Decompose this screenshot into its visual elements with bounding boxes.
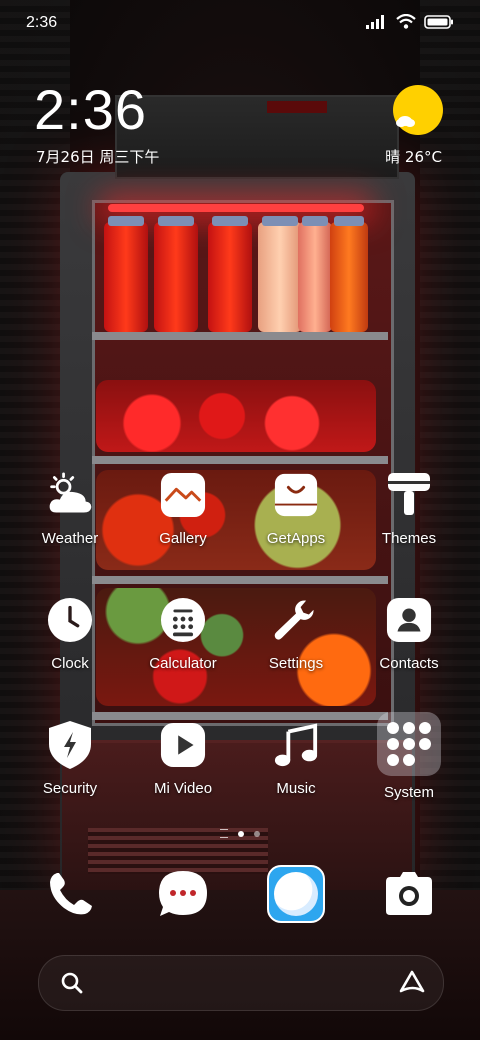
music-note-icon [274,723,318,767]
app-calculator[interactable]: Calculator [133,597,233,672]
app-getapps[interactable]: GetApps [246,472,346,547]
app-clock[interactable]: Clock [20,597,120,672]
play-icon [160,722,206,768]
wallpaper-shelf [92,576,388,584]
paint-roller-icon [388,473,430,515]
app-settings[interactable]: Settings [246,597,346,672]
app-label: System [383,784,434,801]
app-label: Gallery [159,530,207,547]
wallpaper-jar [330,216,368,332]
wallpaper-jar [298,216,332,332]
app-label: GetApps [266,530,326,547]
wallpaper-berries [96,380,376,452]
wallpaper-jar [154,216,198,332]
app-label: Mi Video [153,780,213,797]
wallpaper-shelf [92,332,388,340]
wifi-icon [396,14,416,29]
app-label: Music [276,780,316,797]
app-system-folder[interactable]: System [359,712,459,801]
gallery-icon [160,472,206,518]
app-label: Settings [268,655,324,672]
signal-icon [366,14,384,29]
page-dot [254,830,260,837]
app-contacts[interactable]: Contacts [359,597,459,672]
page-indicator-lines [220,829,228,838]
page-dot-active [238,830,244,837]
app-label: Themes [381,530,437,547]
dock-phone[interactable] [40,864,100,924]
page-indicator[interactable] [0,829,480,838]
search-icon [61,972,83,994]
search-bar[interactable] [38,955,444,1011]
dock-messages[interactable] [153,864,213,924]
battery-icon [424,14,453,29]
wallpaper-jar [208,216,252,332]
folder-icon [377,712,441,776]
contact-icon [386,597,432,643]
clock-widget-time[interactable]: 2:36 [34,78,147,142]
weather-widget-text[interactable]: 晴 26°C [385,146,442,167]
shield-icon [49,721,91,769]
shopping-bag-icon [274,473,318,517]
wallpaper-jar [104,216,148,332]
app-gallery[interactable]: Gallery [133,472,233,547]
app-label: Weather [41,530,99,547]
app-mi-video[interactable]: Mi Video [133,722,233,797]
app-music[interactable]: Music [246,722,346,797]
sun-cloud-icon[interactable] [392,84,444,136]
dock-browser[interactable] [266,864,326,924]
clock-widget-date[interactable]: 7月26日 周三下午 [36,146,159,167]
app-label: Contacts [379,655,439,672]
weather-icon [49,472,92,513]
status-time: 2:36 [26,14,58,31]
status-icons [366,14,454,29]
phone-icon [50,873,92,915]
assistant-icon[interactable] [399,970,425,994]
wrench-icon [274,600,314,640]
dock-camera[interactable] [379,864,439,924]
wallpaper-jar [258,216,302,332]
wallpaper-shelf [92,712,388,720]
app-themes[interactable]: Themes [359,472,459,547]
wallpaper-fridge-light [108,204,364,212]
clock-icon [47,597,93,643]
app-security[interactable]: Security [20,721,120,797]
wallpaper-shelf [92,456,388,464]
chat-bubble-icon [159,871,207,916]
browser-icon [267,865,325,923]
calculator-icon [160,597,206,643]
app-label: Calculator [149,655,217,672]
app-weather[interactable]: Weather [20,472,120,547]
app-label: Clock [51,655,89,672]
app-label: Security [42,780,98,797]
camera-icon [386,872,432,915]
